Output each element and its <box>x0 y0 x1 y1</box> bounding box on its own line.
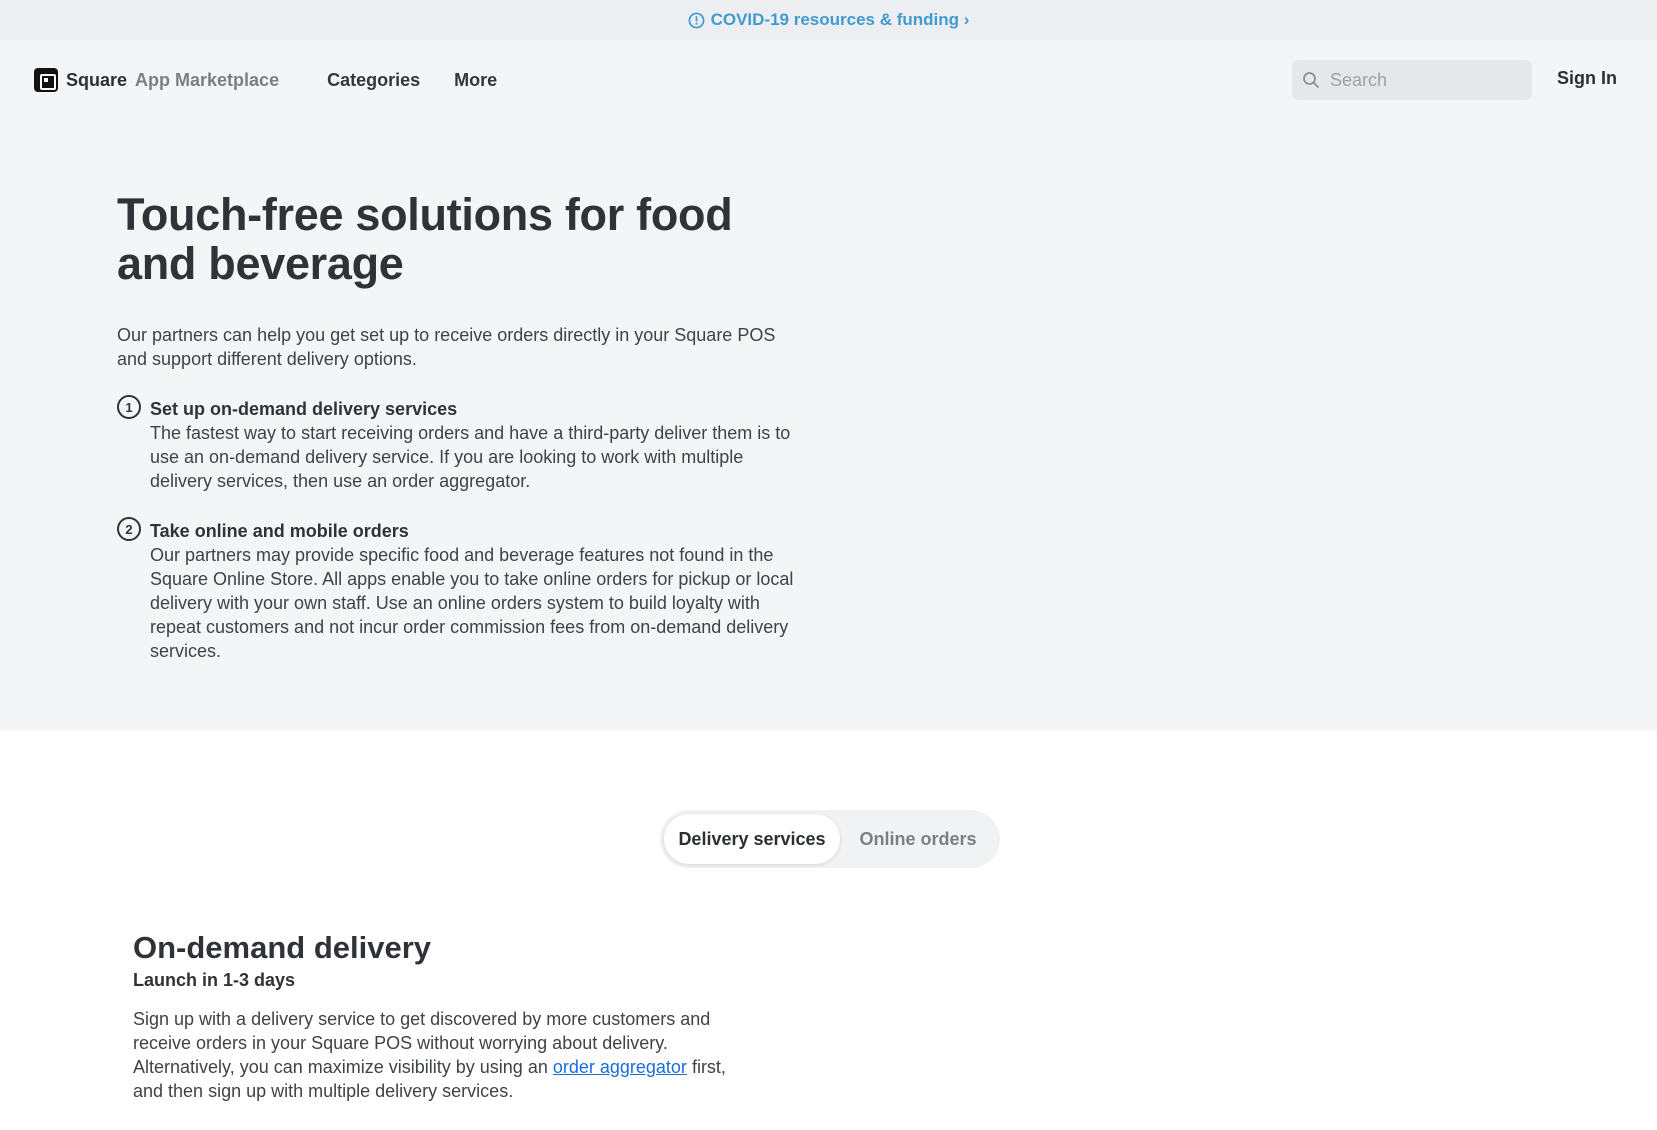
tab-delivery-services[interactable]: Delivery services <box>664 814 840 864</box>
step-number-icon: 2 <box>117 517 141 541</box>
logo-brand: Square <box>66 69 128 90</box>
nav-more[interactable]: More <box>454 70 497 91</box>
nav-links: Categories More <box>327 70 497 91</box>
logo-product: App Marketplace <box>135 69 280 90</box>
step-item: 2 Take online and mobile orders Our part… <box>117 517 797 663</box>
hero-description: Our partners can help you get set up to … <box>117 325 776 369</box>
hero-section: Square App Marketplace Categories More S… <box>0 40 1657 730</box>
on-demand-delivery-section: On-demand delivery Launch in 1-3 days Si… <box>133 930 753 1103</box>
step-title: Take online and mobile orders <box>150 521 409 541</box>
step-item: 1 Set up on-demand delivery services The… <box>117 395 797 493</box>
covid-banner-label: COVID-19 resources & funding › <box>710 10 970 29</box>
step-title: Set up on-demand delivery services <box>150 399 458 419</box>
search-box[interactable] <box>1292 60 1532 100</box>
square-logo-link[interactable]: Square App Marketplace <box>34 68 279 92</box>
info-circle-icon <box>688 12 705 28</box>
covid-banner: COVID-19 resources & funding › <box>0 0 1657 40</box>
section-text: Sign up with a delivery service to get d… <box>133 1007 753 1103</box>
section-subtitle: Launch in 1-3 days <box>133 970 296 990</box>
square-logo-icon <box>34 68 58 92</box>
order-aggregator-link[interactable]: order aggregator <box>553 1057 687 1077</box>
top-navigation: Square App Marketplace Categories More S… <box>0 40 1657 120</box>
covid-resources-link[interactable]: COVID-19 resources & funding › <box>688 10 970 30</box>
tab-toggle: Delivery services Online orders <box>660 810 1000 868</box>
step-text: The fastest way to start receiving order… <box>150 423 791 491</box>
nav-categories[interactable]: Categories <box>327 70 420 91</box>
tab-online-orders[interactable]: Online orders <box>840 814 996 864</box>
sign-in-link[interactable]: Sign In <box>1557 68 1617 89</box>
page-title: Touch-free solutions for food and bevera… <box>117 189 733 289</box>
search-icon <box>1303 72 1319 88</box>
hero-content: Touch-free solutions for food and bevera… <box>117 190 797 663</box>
search-input[interactable] <box>1330 69 1520 91</box>
step-text: Our partners may provide specific food a… <box>150 545 794 661</box>
section-title: On-demand delivery <box>133 930 432 965</box>
step-number-icon: 1 <box>117 395 141 419</box>
